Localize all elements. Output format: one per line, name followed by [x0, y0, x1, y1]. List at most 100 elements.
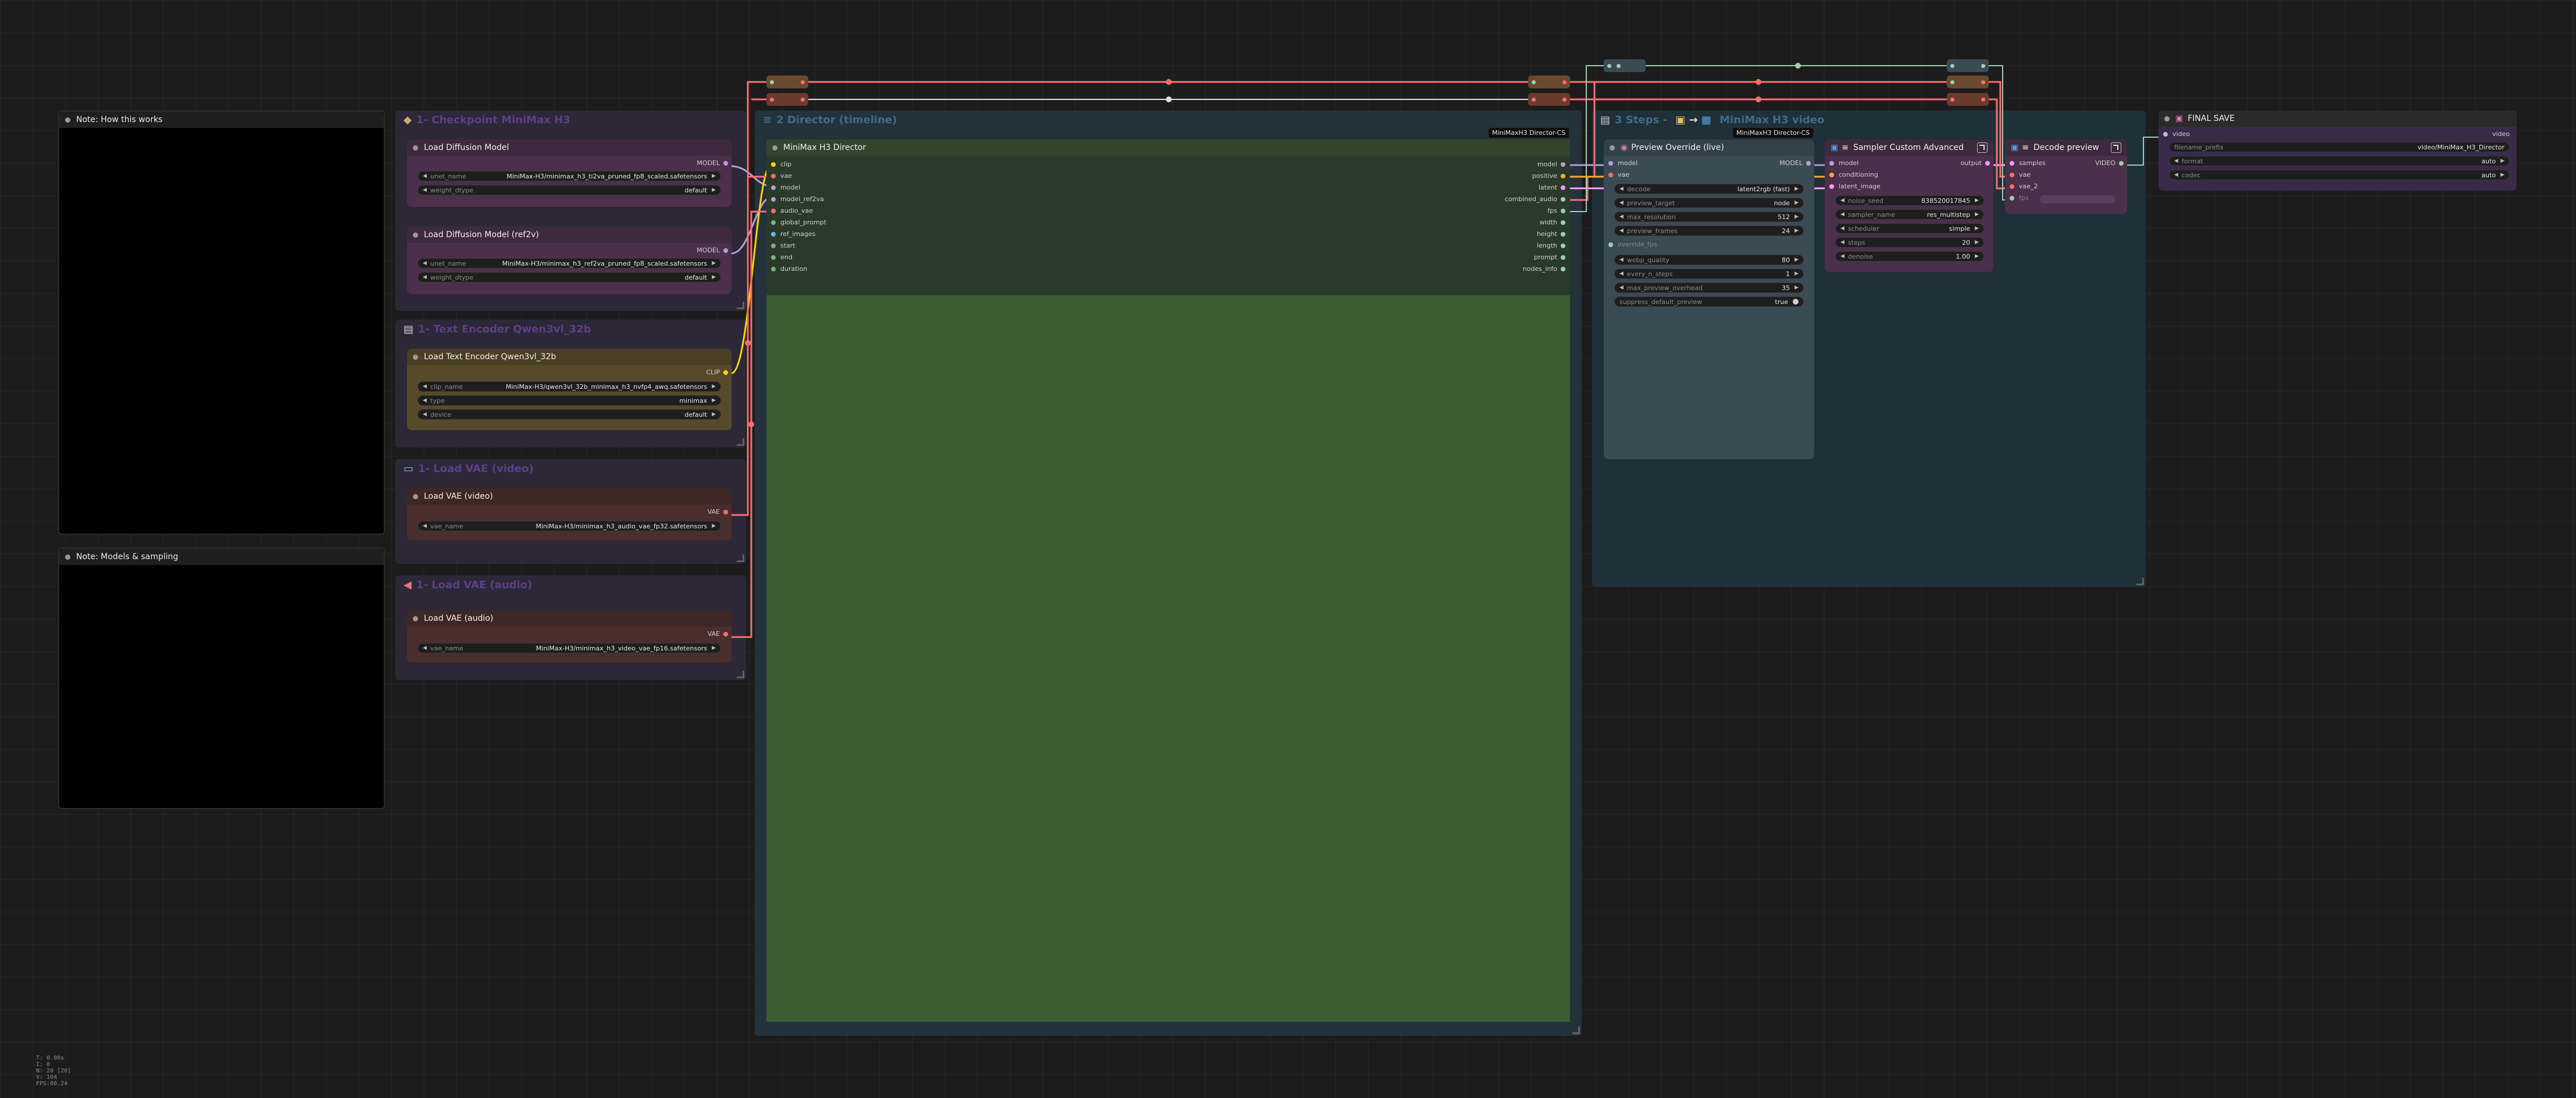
arrow-right-icon[interactable]: ▶ [712, 260, 716, 266]
output-socket-positive[interactable] [1561, 173, 1565, 178]
arrow-left-icon[interactable]: ◀ [423, 645, 427, 651]
widget-max-preview-overhead[interactable]: ◀ max_preview_overhead 35 ▶ [1614, 282, 1804, 293]
resize-handle[interactable] [2136, 578, 2144, 585]
widget-vae-name[interactable]: ◀ vae_name MiniMax-H3/minimax_h3_video_vae… [418, 643, 721, 653]
widget-decode[interactable]: ◀ decode latent2rgb (fast) ▶ [1614, 184, 1804, 194]
arrow-right-icon[interactable]: ▶ [712, 398, 716, 403]
resize-handle[interactable] [737, 302, 744, 309]
reroute-node[interactable] [1947, 93, 1989, 106]
reroute-node[interactable] [766, 93, 808, 106]
output-socket-nodes-info[interactable] [1561, 266, 1565, 271]
output-socket[interactable] [723, 370, 728, 375]
widget-type[interactable]: ◀ type minimax ▶ [418, 395, 721, 406]
input-socket-video[interactable] [2163, 131, 2168, 137]
widget-format[interactable]: ◀ format auto ▶ [2169, 156, 2510, 166]
node-load-text-encoder[interactable]: Load Text Encoder Qwen3vl_32b CLIP ◀ clip… [407, 349, 732, 430]
input-socket-latent-image[interactable] [1829, 184, 1834, 189]
widget-denoise[interactable]: ◀ denoise 1.00 ▶ [1835, 251, 1984, 262]
reroute-node[interactable] [1947, 76, 1989, 88]
output-socket[interactable] [723, 248, 728, 253]
output-socket-fps[interactable] [1561, 208, 1565, 213]
collapse-dot[interactable] [413, 145, 418, 151]
open-subgraph-icon[interactable] [1977, 142, 1988, 153]
arrow-left-icon[interactable]: ◀ [423, 187, 427, 193]
arrow-right-icon[interactable]: ▶ [712, 173, 716, 179]
arrow-left-icon[interactable]: ◀ [423, 412, 427, 417]
output-socket-model[interactable] [1806, 160, 1811, 166]
widget-webp-quality[interactable]: ◀ webp_quality 80 ▶ [1614, 255, 1804, 265]
arrow-left-icon[interactable]: ◀ [423, 173, 427, 179]
reroute-node[interactable] [1947, 59, 1989, 72]
input-socket-end[interactable] [771, 255, 776, 260]
widget-weight-dtype[interactable]: ◀ weight_dtype default ▶ [418, 272, 721, 282]
input-socket-duration[interactable] [771, 266, 776, 271]
arrow-right-icon[interactable]: ▶ [712, 187, 716, 193]
input-socket-model[interactable] [1829, 160, 1834, 166]
arrow-right-icon[interactable]: ▶ [712, 384, 716, 389]
output-socket[interactable] [723, 160, 728, 166]
output-socket-length[interactable] [1561, 243, 1565, 248]
resize-handle[interactable] [737, 438, 744, 446]
arrow-left-icon[interactable]: ◀ [423, 398, 427, 403]
input-socket-vae[interactable] [2010, 172, 2014, 177]
input-socket-conditioning[interactable] [1829, 172, 1834, 177]
widget-noise-seed[interactable]: ◀ noise_seed 838520017845 ▶ [1835, 195, 1984, 206]
input-socket-global-prompt[interactable] [771, 220, 776, 225]
arrow-right-icon[interactable]: ▶ [712, 523, 716, 529]
arrow-left-icon[interactable]: ◀ [423, 274, 427, 280]
node-decode-preview[interactable]: ▣ ≡ Decode preview samples vae vae_2 fps V… [2005, 140, 2127, 214]
input-socket-override-fps[interactable] [1608, 242, 1613, 247]
collapse-dot[interactable] [1610, 145, 1615, 151]
widget-filename-prefix[interactable]: filename_prefix video/MiniMax_H3_Director [2169, 142, 2510, 152]
widget-scheduler[interactable]: ◀ scheduler simple ▶ [1835, 223, 1984, 234]
input-socket-start[interactable] [771, 243, 776, 248]
input-socket-vae-2[interactable] [2010, 184, 2014, 189]
widget-unet-name[interactable]: ◀ unet_name MiniMax-H3/minimax_h3_ref2va_p… [418, 258, 721, 269]
arrow-left-icon[interactable]: ◀ [423, 523, 427, 529]
output-socket[interactable] [1985, 160, 1990, 166]
input-socket-vae[interactable] [771, 173, 776, 178]
output-socket[interactable] [723, 631, 728, 636]
input-socket-clip[interactable] [771, 162, 776, 167]
node-sampler-custom-advanced[interactable]: ▣ ≡ Sampler Custom Advanced model conditio… [1825, 140, 1993, 272]
input-socket-samples[interactable] [2010, 160, 2014, 166]
arrow-left-icon[interactable]: ◀ [423, 384, 427, 389]
widget-unet-name[interactable]: ◀ unet_name MiniMax-H3/minimax_h3_ti2va_pr… [418, 171, 721, 181]
node-load-vae-audio[interactable]: Load VAE (audio) VAE ◀ vae_name MiniMax-H3… [407, 610, 732, 663]
collapse-dot[interactable] [772, 145, 777, 151]
collapse-dot[interactable] [2164, 116, 2170, 121]
input-socket-vae[interactable] [1608, 172, 1613, 177]
widget-preview-target[interactable]: ◀ preview_target node ▶ [1614, 198, 1804, 208]
arrow-right-icon[interactable]: ▶ [712, 645, 716, 651]
widget-weight-dtype[interactable]: ◀ weight_dtype default ▶ [418, 185, 721, 195]
widget-steps[interactable]: ◀ steps 20 ▶ [1835, 237, 1984, 248]
collapse-dot[interactable] [413, 232, 418, 238]
widget-clip-name[interactable]: ◀ clip_name MiniMax-H3/qwen3vl_32b_minimax… [418, 381, 721, 392]
collapse-dot[interactable] [65, 554, 70, 560]
input-socket-fps[interactable] [2010, 195, 2014, 201]
timeline-canvas[interactable] [766, 295, 1570, 1022]
resize-handle[interactable] [737, 671, 744, 678]
input-socket-audio-vae[interactable] [771, 208, 776, 213]
widget-suppress-default-preview[interactable]: suppress_default_preview true [1614, 296, 1804, 307]
output-socket-height[interactable] [1561, 231, 1565, 237]
reroute-node[interactable] [1528, 76, 1570, 88]
open-subgraph-icon[interactable] [2111, 142, 2121, 153]
widget-max-resolution[interactable]: ◀ max_resolution 512 ▶ [1614, 212, 1804, 222]
collapse-dot[interactable] [65, 117, 70, 123]
node-load-vae-video[interactable]: Load VAE (video) VAE ◀ vae_name MiniMax-H3… [407, 488, 732, 541]
widget-every-n-steps[interactable]: ◀ every_n_steps 1 ▶ [1614, 269, 1804, 279]
arrow-right-icon[interactable]: ▶ [712, 274, 716, 280]
arrow-right-icon[interactable]: ▶ [712, 412, 716, 417]
node-load-diffusion-model-ref2v[interactable]: Load Diffusion Model (ref2v) MODEL ◀ unet… [407, 227, 732, 294]
widget-codec[interactable]: ◀ codec auto ▶ [2169, 170, 2510, 180]
output-socket-model[interactable] [1561, 162, 1565, 167]
note-models-sampling[interactable]: Note: Models & sampling [58, 548, 385, 809]
widget-device[interactable]: ◀ device default ▶ [418, 409, 721, 420]
reroute-node[interactable] [1528, 93, 1570, 106]
collapse-dot[interactable] [413, 493, 418, 499]
input-socket-model-ref2va[interactable] [771, 196, 776, 202]
resize-handle[interactable] [737, 555, 744, 562]
toggle-knob[interactable] [1793, 299, 1799, 305]
input-socket-model[interactable] [1608, 160, 1613, 166]
